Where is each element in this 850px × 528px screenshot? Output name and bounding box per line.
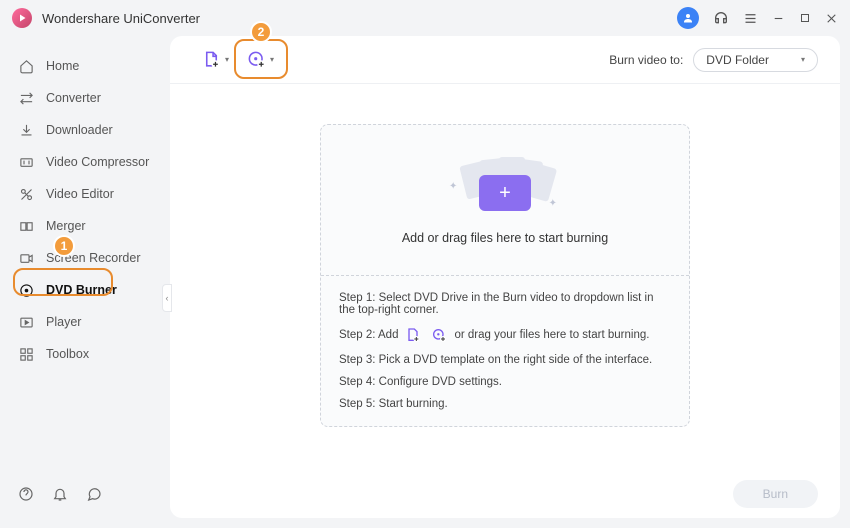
sidebar-item-label: DVD Burner bbox=[46, 283, 117, 297]
add-disc-icon bbox=[245, 49, 267, 71]
sidebar-item-editor[interactable]: Video Editor bbox=[0, 178, 170, 210]
player-icon bbox=[18, 314, 34, 330]
converter-icon bbox=[18, 90, 34, 106]
sidebar-item-compressor[interactable]: Video Compressor bbox=[0, 146, 170, 178]
content-toolbar: ▾ ▾ Burn video to: DVD Folder ▾ bbox=[170, 36, 840, 84]
maximize-icon[interactable] bbox=[799, 12, 811, 24]
support-icon[interactable] bbox=[713, 10, 729, 26]
folder-graphic-icon: + ✦ ✦ bbox=[455, 155, 555, 211]
app-logo-icon bbox=[12, 8, 32, 28]
sidebar-item-label: Player bbox=[46, 315, 81, 329]
step-5: Step 5: Start burning. bbox=[339, 398, 671, 410]
chevron-down-icon: ▾ bbox=[225, 55, 229, 64]
minimize-icon[interactable] bbox=[772, 12, 785, 25]
editor-icon bbox=[18, 186, 34, 202]
home-icon bbox=[18, 58, 34, 74]
help-icon[interactable] bbox=[18, 486, 34, 502]
chevron-down-icon: ▾ bbox=[270, 55, 274, 64]
add-file-icon bbox=[200, 49, 222, 71]
sidebar-item-merger[interactable]: Merger bbox=[0, 210, 170, 242]
burn-button[interactable]: Burn bbox=[733, 480, 818, 508]
sidebar-item-toolbox[interactable]: Toolbox bbox=[0, 338, 170, 370]
steps-list: Step 1: Select DVD Drive in the Burn vid… bbox=[321, 275, 689, 426]
recorder-icon bbox=[18, 250, 34, 266]
burn-to-select[interactable]: DVD Folder ▾ bbox=[693, 48, 818, 72]
content-panel: ‹ ▾ ▾ Burn video to: DVD Folder ▾ bbox=[170, 36, 840, 518]
compressor-icon bbox=[18, 154, 34, 170]
annotation-badge-2: 2 bbox=[250, 21, 272, 43]
sidebar-item-label: Video Compressor bbox=[46, 155, 149, 169]
drop-zone-text: Add or drag files here to start burning bbox=[402, 231, 608, 245]
burn-to-label: Burn video to: bbox=[609, 53, 683, 67]
add-file-icon bbox=[404, 326, 422, 344]
user-avatar-icon[interactable] bbox=[677, 7, 699, 29]
menu-icon[interactable] bbox=[743, 11, 758, 26]
step-2: Step 2: Add or drag your files here to s… bbox=[339, 326, 671, 344]
step-3: Step 3: Pick a DVD template on the right… bbox=[339, 354, 671, 366]
titlebar: Wondershare UniConverter bbox=[0, 0, 850, 36]
drop-zone[interactable]: + ✦ ✦ Add or drag files here to start bu… bbox=[320, 124, 690, 427]
sidebar-item-label: Toolbox bbox=[46, 347, 89, 361]
sidebar-item-label: Converter bbox=[46, 91, 101, 105]
close-icon[interactable] bbox=[825, 12, 838, 25]
add-disc-button[interactable]: ▾ bbox=[237, 44, 282, 76]
merger-icon bbox=[18, 218, 34, 234]
step-4: Step 4: Configure DVD settings. bbox=[339, 376, 671, 388]
downloader-icon bbox=[18, 122, 34, 138]
sidebar-item-player[interactable]: Player bbox=[0, 306, 170, 338]
notification-icon[interactable] bbox=[52, 486, 68, 502]
sidebar-item-recorder[interactable]: Screen Recorder bbox=[0, 242, 170, 274]
sidebar-item-dvd-burner[interactable]: DVD Burner bbox=[0, 274, 170, 306]
add-disc-icon bbox=[430, 326, 448, 344]
toolbox-icon bbox=[18, 346, 34, 362]
chevron-down-icon: ▾ bbox=[801, 55, 805, 64]
burn-to-value: DVD Folder bbox=[706, 53, 769, 67]
feedback-icon[interactable] bbox=[86, 486, 102, 502]
app-title: Wondershare UniConverter bbox=[42, 11, 200, 26]
sidebar-item-converter[interactable]: Converter bbox=[0, 82, 170, 114]
sidebar-item-label: Video Editor bbox=[46, 187, 114, 201]
add-file-button[interactable]: ▾ bbox=[192, 44, 237, 76]
sidebar-item-home[interactable]: Home bbox=[0, 50, 170, 82]
dvd-icon bbox=[18, 282, 34, 298]
annotation-badge-1: 1 bbox=[53, 235, 75, 257]
sidebar-item-label: Downloader bbox=[46, 123, 113, 137]
sidebar: Home Converter Downloader Video Compress… bbox=[0, 36, 170, 528]
step-1: Step 1: Select DVD Drive in the Burn vid… bbox=[339, 292, 671, 316]
sidebar-collapse-handle[interactable]: ‹ bbox=[162, 284, 172, 312]
sidebar-item-label: Home bbox=[46, 59, 79, 73]
sidebar-item-label: Merger bbox=[46, 219, 86, 233]
sidebar-item-downloader[interactable]: Downloader bbox=[0, 114, 170, 146]
